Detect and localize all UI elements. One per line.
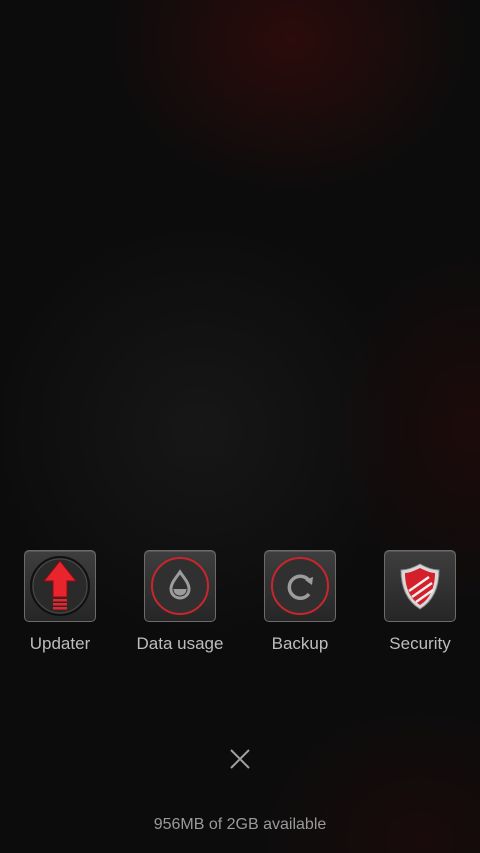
app-updater[interactable]: Updater [0, 550, 120, 660]
app-backup[interactable]: Backup [240, 550, 360, 660]
app-data-usage[interactable]: Data usage [120, 550, 240, 660]
app-data-usage-label: Data usage [136, 634, 224, 653]
recent-apps-screen: Updater Data usage Backup Security 956MB… [0, 0, 480, 853]
app-security-label: Security [389, 634, 451, 653]
app-security[interactable]: Security [360, 550, 480, 660]
updater-arrow-icon [30, 556, 90, 616]
close-icon [230, 749, 250, 769]
app-backup-label: Backup [271, 634, 329, 653]
close-all-button[interactable] [222, 741, 258, 777]
app-backup-tile [264, 550, 336, 622]
backup-refresh-icon [271, 557, 329, 615]
memory-status-text: 956MB of 2GB available [153, 816, 327, 833]
data-usage-drop-icon [151, 557, 209, 615]
security-shield-icon [400, 563, 440, 610]
app-updater-tile [24, 550, 96, 622]
app-data-usage-tile [144, 550, 216, 622]
app-updater-label: Updater [29, 634, 91, 653]
app-security-tile [384, 550, 456, 622]
